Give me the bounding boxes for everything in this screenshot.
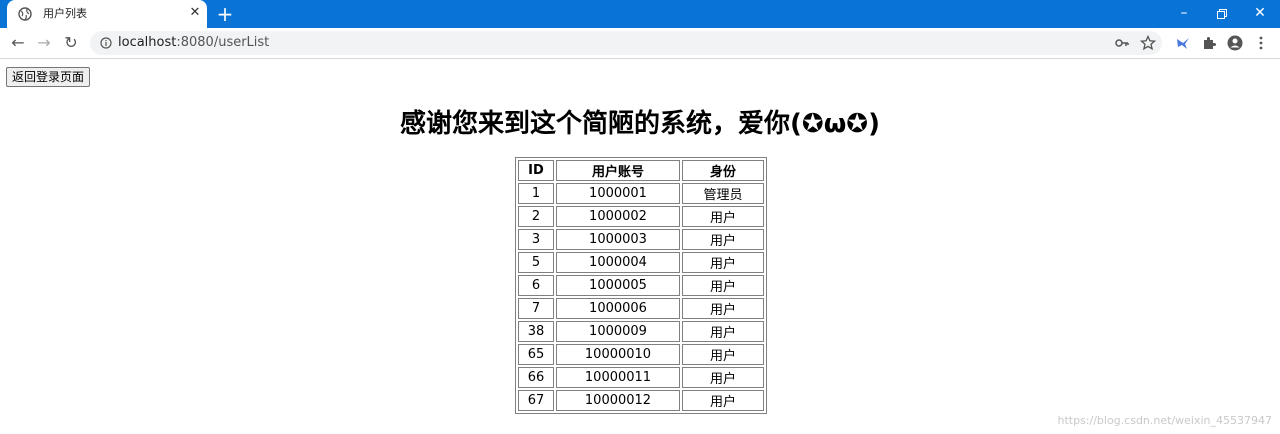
column-header-id: ID (518, 160, 554, 181)
cell-role: 用户 (682, 275, 764, 296)
browser-toolbar: ← → ↻ localhost:8080/userList (0, 28, 1280, 59)
reload-icon[interactable]: ↻ (61, 33, 81, 53)
cell-account: 1000003 (556, 229, 680, 250)
cell-id: 66 (518, 367, 554, 388)
table-row: 1 1000001 管理员 (518, 183, 764, 204)
extension-bird-icon[interactable] (1175, 35, 1191, 51)
cell-role: 用户 (682, 298, 764, 319)
cell-account: 10000010 (556, 344, 680, 365)
cell-account: 10000012 (556, 390, 680, 411)
cell-role: 用户 (682, 229, 764, 250)
cell-account: 1000009 (556, 321, 680, 342)
cell-id: 2 (518, 206, 554, 227)
column-header-role: 身份 (682, 160, 764, 181)
title-bar: 用户列表 ✕ + – ✕ (0, 0, 1280, 28)
url-host: localhost (118, 35, 177, 50)
page-title: 感谢您来到这个简陋的系统，爱你(✪ω✪) (400, 109, 880, 139)
forward-arrow-icon[interactable]: → (34, 33, 54, 53)
table-row: 65 10000010 用户 (518, 344, 764, 365)
cell-id: 38 (518, 321, 554, 342)
address-bar[interactable]: localhost:8080/userList (90, 31, 1162, 55)
table-row: 38 1000009 用户 (518, 321, 764, 342)
url-path: :8080/userList (176, 35, 270, 50)
column-header-account: 用户账号 (556, 160, 680, 181)
puzzle-icon[interactable] (1201, 35, 1217, 51)
table-row: 7 1000006 用户 (518, 298, 764, 319)
user-table: ID 用户账号 身份 1 1000001 管理员 2 1000002 用户 3 1000003… (515, 157, 767, 414)
table-row: 2 1000002 用户 (518, 206, 764, 227)
plus-icon[interactable]: + (215, 4, 235, 24)
back-arrow-icon[interactable]: ← (8, 33, 28, 53)
cell-role: 用户 (682, 367, 764, 388)
cell-id: 3 (518, 229, 554, 250)
globe-icon (18, 7, 32, 21)
key-icon[interactable] (1114, 35, 1130, 51)
close-icon[interactable]: ✕ (187, 5, 203, 21)
cell-account: 1000002 (556, 206, 680, 227)
cell-account: 1000006 (556, 298, 680, 319)
star-icon[interactable] (1140, 35, 1156, 51)
account-icon[interactable] (1227, 35, 1243, 51)
cell-role: 用户 (682, 344, 764, 365)
table-row: 67 10000012 用户 (518, 390, 764, 411)
tab-title: 用户列表 (43, 7, 87, 20)
table-row: 6 1000005 用户 (518, 275, 764, 296)
minimize-icon[interactable]: – (1167, 0, 1201, 28)
cell-role: 管理员 (682, 183, 764, 204)
cell-account: 1000004 (556, 252, 680, 273)
cell-role: 用户 (682, 390, 764, 411)
cell-id: 7 (518, 298, 554, 319)
browser-tab[interactable]: 用户列表 ✕ (7, 0, 207, 28)
cell-id: 65 (518, 344, 554, 365)
cell-role: 用户 (682, 252, 764, 273)
menu-dots-icon[interactable] (1253, 35, 1269, 51)
table-row: 5 1000004 用户 (518, 252, 764, 273)
back-to-login-button[interactable]: 返回登录页面 (6, 67, 91, 87)
cell-role: 用户 (682, 206, 764, 227)
cell-id: 67 (518, 390, 554, 411)
cell-id: 5 (518, 252, 554, 273)
table-row: 66 10000011 用户 (518, 367, 764, 388)
info-icon[interactable] (100, 37, 112, 49)
restore-icon[interactable] (1205, 0, 1239, 28)
window-close-icon[interactable]: ✕ (1243, 0, 1277, 28)
table-header-row: ID 用户账号 身份 (518, 160, 764, 181)
cell-account: 1000001 (556, 183, 680, 204)
table-body: 1 1000001 管理员 2 1000002 用户 3 1000003 用户 5 1000004 用… (518, 183, 764, 411)
url-text[interactable]: localhost:8080/userList (118, 35, 269, 51)
cell-account: 10000011 (556, 367, 680, 388)
cell-account: 1000005 (556, 275, 680, 296)
cell-id: 6 (518, 275, 554, 296)
cell-id: 1 (518, 183, 554, 204)
table-row: 3 1000003 用户 (518, 229, 764, 250)
cell-role: 用户 (682, 321, 764, 342)
watermark: https://blog.csdn.net/weixin_45537947 (1057, 414, 1272, 427)
